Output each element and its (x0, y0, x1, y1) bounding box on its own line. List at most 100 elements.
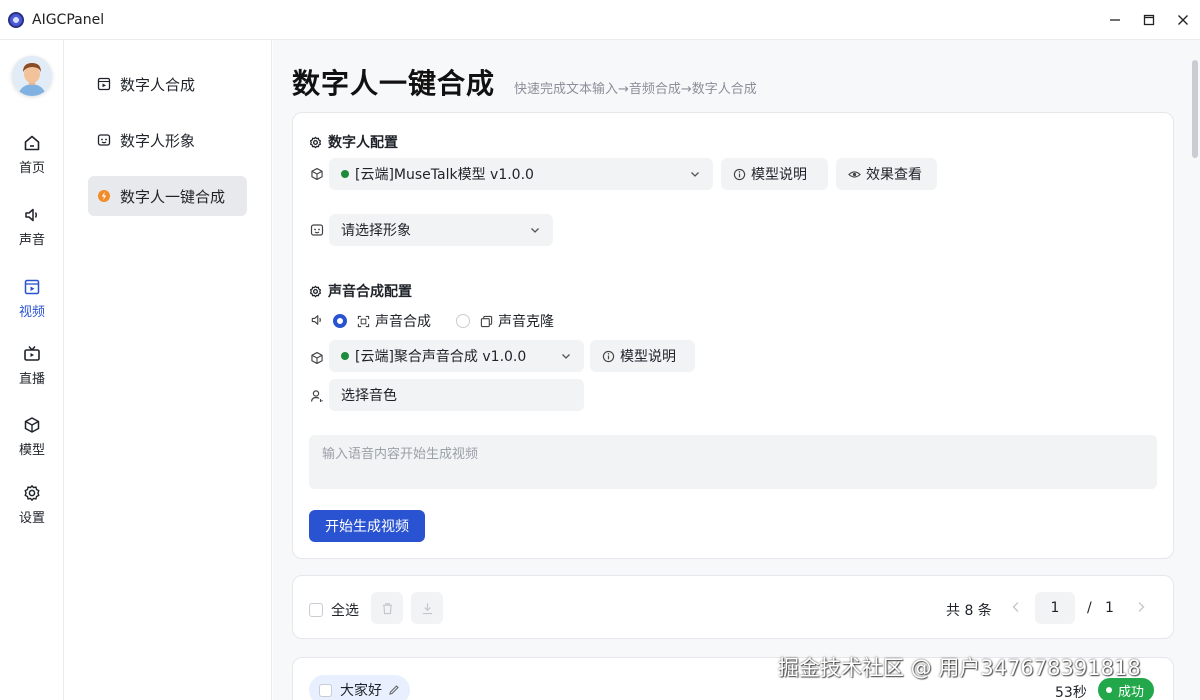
nav-item-home[interactable]: 首页 (0, 132, 64, 188)
edit-icon[interactable] (388, 684, 400, 696)
digital-model-select[interactable]: [云端]MuseTalk模型 v1.0.0 (329, 158, 713, 190)
window-controls (1098, 0, 1200, 40)
submenu-label: 数字人一键合成 (120, 187, 226, 206)
nav-item-model[interactable]: 模型 (0, 414, 64, 470)
gear-icon (309, 285, 322, 298)
radio-label: 声音合成 (375, 314, 431, 330)
download-button[interactable] (411, 592, 443, 624)
chevron-down-icon (689, 168, 701, 184)
nav-item-live[interactable]: 直播 (0, 343, 64, 399)
checkbox[interactable] (309, 603, 323, 617)
prev-page-button[interactable] (1011, 598, 1021, 617)
maximize-button[interactable] (1132, 0, 1166, 40)
online-status-dot (341, 352, 349, 360)
avatar-select[interactable]: 请选择形象 (329, 214, 553, 246)
info-icon (602, 350, 615, 363)
nav-label: 设置 (18, 511, 45, 526)
page-separator: / (1087, 600, 1092, 616)
minimize-button[interactable] (1098, 0, 1132, 40)
speech-text-input[interactable] (309, 435, 1157, 489)
nav-item-settings[interactable]: 设置 (0, 482, 64, 538)
effect-view-button[interactable]: 效果查看 (836, 158, 937, 190)
download-icon (422, 602, 432, 614)
nav-item-video[interactable]: 视频 (0, 276, 64, 332)
tv-icon (23, 343, 41, 365)
voice-model-select[interactable]: [云端]聚合声音合成 v1.0.0 (329, 340, 584, 372)
voice-model-info-button[interactable]: 模型说明 (590, 340, 695, 372)
digital-config-title: 数字人配置 (309, 132, 398, 152)
info-icon (733, 168, 746, 181)
left-nav: 首页 声音 视频 直播 模型 设置 (0, 40, 64, 700)
nav-label: 模型 (18, 443, 45, 458)
scan-icon (357, 315, 370, 328)
main-content: 数字人一键合成 快速完成文本输入→音频合成→数字人合成 数字人配置 [云端]Mu… (273, 40, 1200, 700)
button-label: 效果查看 (866, 167, 922, 183)
face-card-icon (96, 132, 112, 148)
video-icon (23, 276, 41, 298)
digital-model-info-button[interactable]: 模型说明 (721, 158, 828, 190)
app-title: AIGCPanel (32, 11, 105, 28)
scrollbar-thumb[interactable] (1192, 60, 1198, 158)
next-page-button[interactable] (1136, 598, 1146, 617)
button-label: 模型说明 (751, 167, 807, 183)
gear-icon (309, 136, 322, 149)
section-title-text: 数字人配置 (328, 135, 398, 151)
nav-label: 视频 (18, 305, 45, 320)
start-generate-button[interactable]: 开始生成视频 (309, 510, 425, 542)
radio-checked[interactable] (333, 314, 347, 328)
total-pages: 1 (1105, 600, 1114, 616)
submenu-item-digital-avatar[interactable]: 数字人形象 (88, 120, 247, 160)
chevron-right-icon (1138, 602, 1145, 612)
status-dot (1106, 687, 1112, 693)
page-subtitle: 快速完成文本输入→音频合成→数字人合成 (514, 82, 757, 97)
button-label: 模型说明 (620, 349, 676, 365)
eye-icon (848, 168, 861, 181)
nav-item-voice[interactable]: 声音 (0, 204, 64, 260)
mode-tts-radio[interactable]: 声音合成 (333, 311, 431, 331)
face-card-icon (309, 222, 325, 238)
submenu-item-digital-compose[interactable]: 数字人合成 (88, 64, 247, 104)
task-title: 大家好 (340, 683, 382, 699)
radio-label: 声音克隆 (498, 314, 554, 330)
total-count: 共 8 条 (946, 603, 992, 619)
minimize-icon (1110, 19, 1120, 21)
close-button[interactable] (1166, 0, 1200, 40)
watermark: 掘金技术社区 @ 用户347678391818 (778, 656, 1141, 680)
maximize-icon (1143, 14, 1155, 26)
close-icon (1178, 15, 1188, 25)
home-icon (23, 132, 41, 154)
flash-icon (96, 188, 112, 204)
voice-config-title: 声音合成配置 (309, 281, 412, 301)
mode-clone-radio[interactable]: 声音克隆 (456, 311, 554, 331)
chevron-down-icon (529, 224, 541, 240)
section-title-text: 声音合成配置 (328, 284, 412, 300)
voice-model-value: [云端]聚合声音合成 v1.0.0 (355, 349, 527, 365)
radio-unchecked[interactable] (456, 314, 470, 328)
user-voice-icon (309, 388, 325, 404)
page-title: 数字人一键合成 (292, 67, 496, 100)
page-number-input[interactable]: 1 (1035, 592, 1075, 624)
app-logo-icon (8, 11, 24, 28)
copy-icon (480, 315, 493, 328)
config-card: 数字人配置 [云端]MuseTalk模型 v1.0.0 模型说明 效果查看 请选… (292, 112, 1174, 559)
select-all-label: 全选 (331, 603, 359, 619)
online-status-dot (341, 170, 349, 178)
select-all-checkbox[interactable]: 全选 (309, 600, 359, 620)
cube-icon (309, 166, 325, 182)
task-title-chip[interactable]: 大家好 (309, 675, 410, 700)
user-avatar-icon (12, 56, 52, 96)
submenu: 数字人合成 数字人形象 数字人一键合成 (64, 40, 272, 700)
gear-icon (23, 482, 41, 504)
video-frame-icon (96, 76, 112, 92)
avatar[interactable] (12, 56, 52, 96)
speaker-icon (23, 204, 41, 226)
nav-label: 直播 (18, 372, 45, 387)
delete-button[interactable] (371, 592, 403, 624)
cube-icon (23, 414, 41, 436)
submenu-item-one-click[interactable]: 数字人一键合成 (88, 176, 247, 216)
timbre-select-value: 选择音色 (341, 388, 397, 404)
speaker-icon (309, 312, 325, 328)
task-checkbox[interactable] (319, 683, 332, 697)
timbre-select[interactable]: 选择音色 (329, 379, 584, 411)
chevron-left-icon (1012, 602, 1019, 612)
